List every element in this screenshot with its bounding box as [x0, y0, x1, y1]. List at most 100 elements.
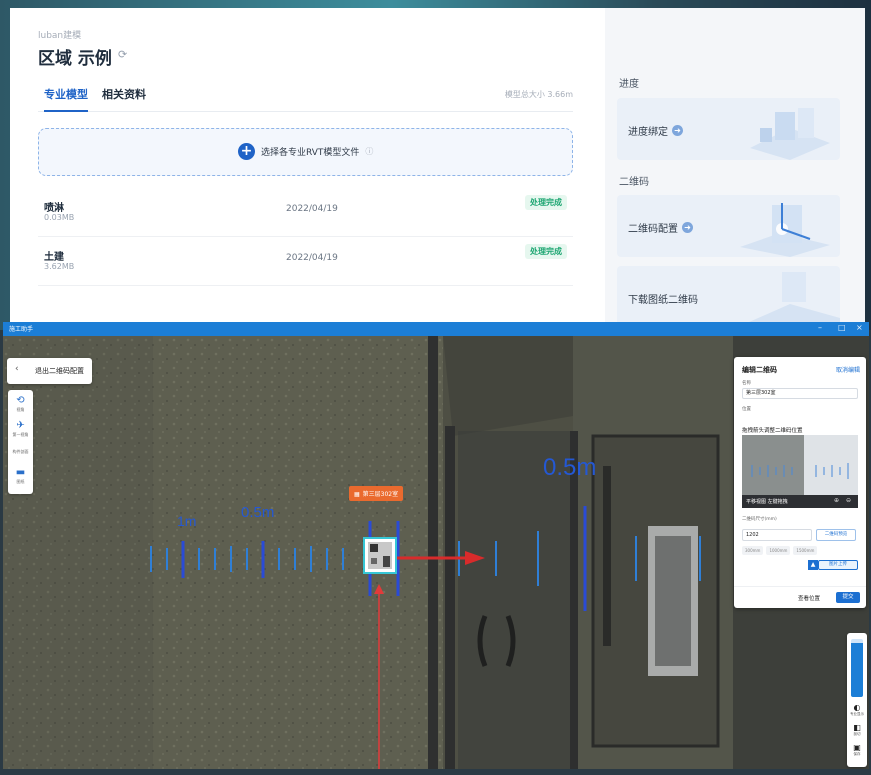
tool-section[interactable]: 构件剖面	[8, 448, 33, 455]
tool-save[interactable]: ▣ 保存	[847, 743, 867, 757]
3d-viewport[interactable]: 1m 0.5m 0.5m ▦ 第三层302室 ‹ 退出二维码配置 ⟲ 视角 ✈ 第…	[3, 336, 869, 769]
zoom-in-icon[interactable]: ⊕	[834, 497, 839, 504]
title-bar: 施工助手 – □ ×	[3, 322, 869, 336]
model-total-size: 模型总大小 3.66m	[504, 90, 573, 99]
preset-1000mm[interactable]: 1000mm	[766, 546, 791, 555]
tool-drawings-label: 图纸	[16, 479, 25, 484]
tab-professional-model[interactable]: 专业模型	[44, 86, 88, 112]
window-title: 施工助手	[9, 326, 34, 333]
size-field[interactable]: 1202	[742, 529, 812, 541]
refresh-icon[interactable]: ⟳	[118, 48, 127, 61]
tab-related-docs[interactable]: 相关资料	[102, 86, 146, 102]
status-badge: 处理完成	[525, 195, 567, 210]
add-icon: +	[238, 143, 255, 160]
chevron-left-icon: ‹	[15, 364, 19, 374]
divider	[734, 586, 866, 587]
file-size: 3.62MB	[44, 262, 75, 271]
file-row[interactable]: 土建 3.62MB 2022/04/19 处理完成	[38, 238, 573, 286]
cancel-edit-link[interactable]: 取消编辑	[836, 365, 860, 374]
file-name: 土建	[44, 252, 64, 263]
qr-code-icon: ▦	[354, 491, 360, 498]
file-date: 2022/04/19	[286, 204, 338, 214]
qr-sample-button[interactable]: 二维码预览	[816, 529, 856, 541]
tool-view[interactable]: ⟲ 视角	[8, 395, 33, 413]
file-row[interactable]: 喷淋 0.03MB 2022/04/19 处理完成	[38, 189, 573, 237]
tool-first-person-label: 第一视角	[12, 432, 29, 437]
progress-bind-card[interactable]: 进度绑定 ➜	[617, 98, 840, 160]
zoom-out-icon[interactable]: ⊖	[846, 497, 851, 504]
qr-section-title: 二维码	[619, 177, 649, 188]
upload-dropzone[interactable]: + 选择各专业RVT模型文件 ⓘ	[38, 128, 573, 176]
tool-drawings[interactable]: ▬ 图纸	[8, 467, 33, 485]
qr-name-tag-text: 第三层302室	[362, 491, 399, 498]
dimension-label-1m: 1m	[177, 513, 197, 529]
tab-bar: 专业模型 相关资料 模型总大小 3.66m	[38, 86, 573, 112]
preset-300mm[interactable]: 300mm	[742, 546, 764, 555]
arrow-right-icon: ➜	[672, 125, 683, 136]
submit-button[interactable]: 提交	[836, 592, 860, 603]
right-sidebar: 进度 进度绑定 ➜ 二维码 二维码配置 ➜ 下载图纸二维码	[605, 8, 865, 330]
exit-qr-config-button[interactable]: ‹ 退出二维码配置	[7, 358, 92, 384]
preview-toolbar: 平移视图 左键拖拽 ⊕ ⊖	[742, 495, 858, 508]
name-label: 名称	[742, 381, 751, 386]
height-slider[interactable]	[851, 639, 863, 697]
maximize-icon[interactable]: □	[838, 323, 846, 332]
info-icon[interactable]: ⓘ	[365, 146, 373, 157]
tool-view-label: 视角	[16, 407, 25, 412]
file-name: 喷淋	[44, 203, 64, 214]
edit-qr-panel: 编辑二维码 取消编辑 名称 第三层302室 位置 拖拽箭头调整二维码位置 平移视…	[734, 357, 866, 608]
progress-bind-label: 进度绑定	[628, 127, 668, 138]
edit-panel-title: 编辑二维码	[742, 366, 777, 374]
left-toolbar: ⟲ 视角 ✈ 第一视角 构件剖面 ▬ 图纸	[8, 390, 33, 494]
view-position-button[interactable]: 查看位置	[794, 592, 824, 604]
contrast-icon: ◐	[853, 703, 861, 712]
progress-illustration	[750, 108, 830, 160]
tool-clip[interactable]: ◧ 剖切	[847, 723, 867, 737]
qr-config-label: 二维码配置	[628, 224, 678, 235]
download-qr-label: 下载图纸二维码	[628, 295, 698, 306]
arrow-right-icon: ➜	[682, 222, 693, 233]
name-field[interactable]: 第三层302室	[742, 388, 858, 399]
walk-icon: ✈	[16, 420, 25, 431]
preset-1500mm[interactable]: 1500mm	[793, 546, 818, 555]
clip-icon: ◧	[853, 723, 861, 732]
upload-text: 选择各专业RVT模型文件	[261, 148, 360, 158]
tool-discipline-display[interactable]: ◐ 专业显示	[847, 703, 867, 717]
app-window: 施工助手 – □ × 1m 0.5m 0.5m ▦ 第三层302室 ‹ 退出二维…	[3, 322, 869, 769]
dimension-label-0-5m-right: 0.5m	[543, 454, 597, 481]
file-size: 0.03MB	[44, 213, 75, 222]
size-presets: 300mm 1000mm 1500mm	[742, 546, 818, 555]
minimize-icon[interactable]: –	[818, 323, 822, 332]
model-page-card: luban建模 区域 示例 ⟳ 专业模型 相关资料 模型总大小 3.66m + …	[10, 8, 865, 330]
right-toolbar: ◐ 专业显示 ◧ 剖切 ▣ 保存	[847, 633, 867, 767]
file-date: 2022/04/19	[286, 253, 338, 263]
position-preview[interactable]: 平移视图 左键拖拽 ⊕ ⊖	[742, 435, 858, 508]
tool-save-label: 保存	[853, 752, 861, 756]
status-badge: 处理完成	[525, 244, 567, 259]
qr-config-card[interactable]: 二维码配置 ➜	[617, 195, 840, 257]
tool-clip-label: 剖切	[853, 732, 861, 736]
save-icon: ▣	[853, 743, 861, 752]
close-icon[interactable]: ×	[856, 323, 863, 332]
preview-ruler	[751, 463, 849, 479]
folder-icon: ▬	[15, 467, 26, 478]
page-title: 区域 示例	[38, 49, 112, 69]
image-icon[interactable]: ▲	[808, 560, 818, 570]
tool-first-person[interactable]: ✈ 第一视角	[8, 420, 33, 438]
rotate-icon: ⟲	[16, 395, 25, 406]
dimension-label-0-5m-left: 0.5m	[241, 504, 275, 521]
tool-discipline-label: 专业显示	[850, 712, 864, 716]
exit-qr-config-label: 退出二维码配置	[35, 367, 84, 375]
breadcrumb[interactable]: luban建模	[38, 28, 81, 41]
size-label: 二维码尺寸(mm)	[742, 517, 777, 522]
download-illustration	[740, 272, 840, 328]
image-upload-button[interactable]: 图片上传	[818, 560, 858, 570]
position-hint: 拖拽箭头调整二维码位置	[742, 428, 803, 434]
tool-section-label: 构件剖面	[12, 449, 29, 454]
position-label: 位置	[742, 407, 751, 412]
progress-section-title: 进度	[619, 79, 639, 90]
qr-name-tag[interactable]: ▦ 第三层302室	[349, 486, 404, 501]
pan-hint: 平移视图 左键拖拽	[746, 499, 788, 505]
qr-illustration	[740, 203, 830, 257]
download-qr-card[interactable]: 下载图纸二维码	[617, 266, 840, 330]
